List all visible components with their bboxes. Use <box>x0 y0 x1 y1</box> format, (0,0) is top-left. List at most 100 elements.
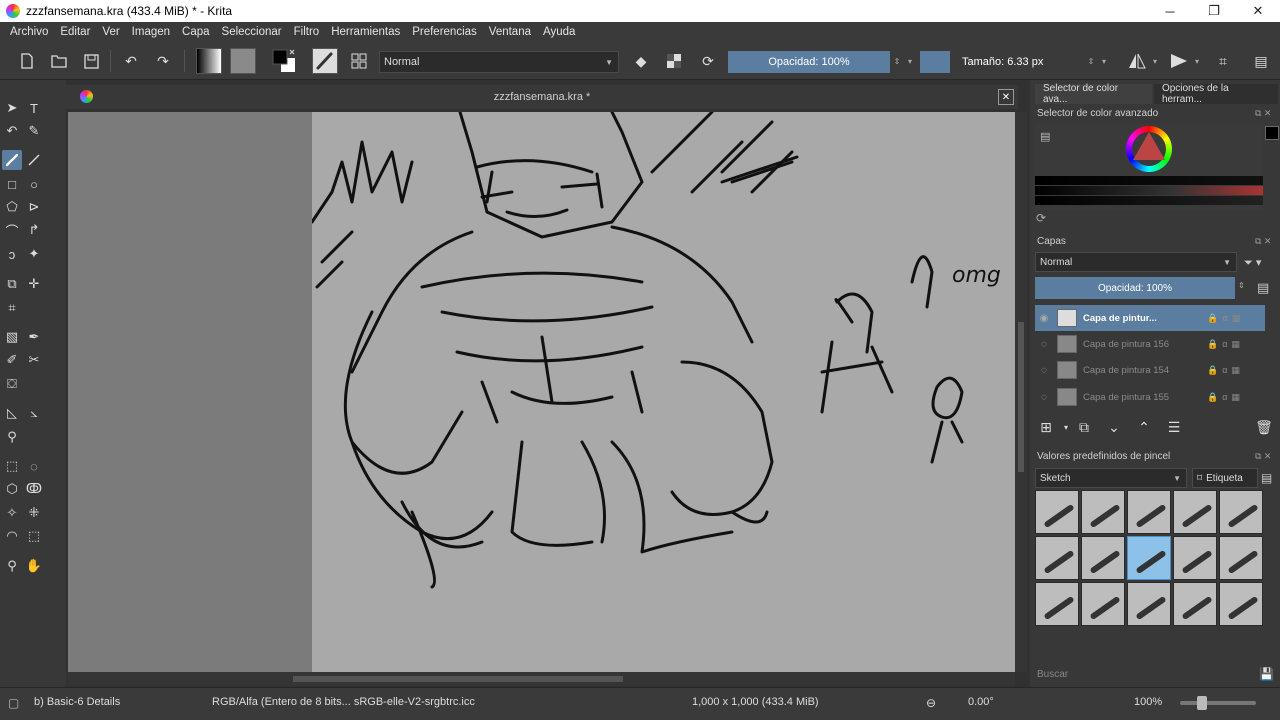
contiguous-select-icon[interactable]: ✧ <box>2 503 22 523</box>
layer-properties-icon[interactable]: ▤ <box>1257 280 1269 296</box>
move-layer-down-icon[interactable]: ⌄ <box>1104 417 1124 437</box>
layer-row[interactable]: ◉ Capa de pintur... 🔒α▦ <box>1035 305 1265 331</box>
brush-preset-item[interactable] <box>1219 582 1263 626</box>
horizontal-scrollbar[interactable] <box>68 672 1015 686</box>
assistant-tool-icon[interactable]: ◺ <box>2 403 22 423</box>
move-tool-icon[interactable]: ✛ <box>24 274 44 294</box>
open-folder-icon[interactable] <box>48 50 70 72</box>
pattern-preset-icon[interactable] <box>230 48 256 74</box>
drawing-canvas[interactable]: omg <box>312 112 1015 672</box>
similar-select-icon[interactable]: ⁜ <box>24 503 44 523</box>
current-color-swatch[interactable] <box>1265 126 1279 140</box>
gradient-tool-icon[interactable]: ▧ <box>2 327 22 347</box>
save-preset-icon[interactable]: 💾 <box>1259 667 1274 681</box>
layers-float-close-icon[interactable]: ⧉ ✕ <box>1255 236 1271 247</box>
bezier-tool-icon[interactable]: ⌒ <box>2 220 22 240</box>
measure-tool-icon[interactable]: ⦣ <box>24 403 44 423</box>
line-tool-icon[interactable] <box>24 150 44 170</box>
close-window-button[interactable]: ✕ <box>1236 0 1280 22</box>
colorize-mask-icon[interactable]: ✐ <box>2 350 22 370</box>
preset-group-select[interactable]: Sketch ▼ <box>1035 468 1187 488</box>
layer-opacity-slider[interactable]: Opacidad: 100% <box>1035 277 1235 299</box>
layer-flags-icon[interactable]: 🔒α▦ <box>1207 313 1265 324</box>
calligraphy-icon[interactable]: ✎ <box>24 121 44 141</box>
mirror-vertical-icon[interactable] <box>1168 50 1190 72</box>
rectangle-tool-icon[interactable]: □ <box>2 174 22 194</box>
shade-bar-1[interactable] <box>1035 176 1263 185</box>
layer-blend-mode-select[interactable]: Normal ▼ <box>1035 252 1237 272</box>
freehand-path-icon[interactable]: ↱ <box>24 220 44 240</box>
tab-color-selector[interactable]: Selector de color ava... <box>1035 83 1152 105</box>
fill-tool-icon[interactable]: ⛋ <box>2 374 22 394</box>
preserve-alpha-icon[interactable] <box>663 50 685 72</box>
menu-archivo[interactable]: Archivo <box>4 26 54 38</box>
document-tab[interactable]: zzzfansemana.kra * ✕ <box>66 85 1018 109</box>
edit-shapes-icon[interactable]: ↶ <box>2 121 22 141</box>
vertical-scroll-thumb[interactable] <box>1018 322 1024 472</box>
mirror-h-menu-icon[interactable]: ▾ <box>1150 50 1160 72</box>
brush-preset-item[interactable] <box>1035 490 1079 534</box>
layer-flags-icon[interactable]: 🔒α▦ <box>1207 392 1265 403</box>
freehand-brush-icon[interactable] <box>2 150 22 170</box>
wrap-around-icon[interactable]: ⌗ <box>1212 50 1234 72</box>
menu-filtro[interactable]: Filtro <box>288 26 326 38</box>
menu-imagen[interactable]: Imagen <box>126 26 176 38</box>
layer-settings-icon[interactable]: ☰ <box>1164 417 1184 437</box>
layer-flags-icon[interactable]: 🔒α▦ <box>1207 365 1265 376</box>
zoom-slider-handle[interactable] <box>1197 696 1207 710</box>
magnetic-select-icon[interactable]: ⬚ <box>24 526 44 546</box>
redo-icon[interactable]: ↷ <box>152 50 174 72</box>
tab-tool-options[interactable]: Opciones de la herram... <box>1153 83 1278 105</box>
color-refresh-icon[interactable]: ⟳ <box>1036 211 1046 225</box>
color-settings-icon[interactable]: ▤ <box>1040 130 1050 143</box>
rect-select-icon[interactable]: ⬚ <box>2 456 22 476</box>
preset-view-icon[interactable]: ▤ <box>1261 471 1272 485</box>
size-slider-fill[interactable] <box>920 51 950 73</box>
blend-mode-select[interactable]: Normal ▼ <box>379 51 619 73</box>
brush-preset-item[interactable] <box>1219 490 1263 534</box>
add-layer-menu-icon[interactable]: ▾ <box>1056 417 1076 437</box>
ellipse-select-icon[interactable]: ◌ <box>24 456 44 476</box>
transform-tool-icon[interactable]: ⧉ <box>2 274 22 294</box>
brush-preset-item[interactable] <box>1081 536 1125 580</box>
menu-seleccionar[interactable]: Seleccionar <box>216 26 288 38</box>
rotation-icon[interactable]: ⊖ <box>926 696 936 710</box>
brush-preset-item[interactable] <box>1219 536 1263 580</box>
presets-float-close-icon[interactable]: ⧉ ✕ <box>1255 451 1271 462</box>
minimize-button[interactable]: ─ <box>1148 0 1192 22</box>
delete-layer-icon[interactable]: 🗑 <box>1254 417 1274 437</box>
brush-preset-item[interactable] <box>1127 490 1171 534</box>
size-slider[interactable]: Tamaño: 6.33 px <box>950 51 1084 73</box>
crop-tool-icon[interactable]: ⌗ <box>2 298 22 318</box>
shade-bar-2[interactable] <box>1035 186 1263 195</box>
layer-opacity-spin-icon[interactable]: ⇕ <box>1238 281 1245 290</box>
horizontal-scroll-thumb[interactable] <box>293 676 623 682</box>
brush-preset-icon[interactable] <box>312 48 338 74</box>
multibrush-icon[interactable]: ✦ <box>24 244 44 264</box>
opacity-menu-icon[interactable]: ▾ <box>904 50 916 72</box>
menu-ayuda[interactable]: Ayuda <box>537 26 581 38</box>
eye-icon[interactable]: ◉ <box>1035 313 1053 324</box>
save-icon[interactable] <box>80 50 102 72</box>
brush-preset-item[interactable] <box>1081 490 1125 534</box>
brush-editor-grid-icon[interactable] <box>348 50 370 72</box>
mirror-v-menu-icon[interactable]: ▾ <box>1192 50 1202 72</box>
eye-off-icon[interactable]: ◌ <box>1035 339 1053 350</box>
undo-icon[interactable]: ↶ <box>120 50 142 72</box>
move-layer-up-icon[interactable]: ⌃ <box>1134 417 1154 437</box>
brush-preset-item[interactable] <box>1035 536 1079 580</box>
add-layer-icon[interactable]: ⊞ <box>1036 417 1056 437</box>
color-picker-icon[interactable]: ✒ <box>24 327 44 347</box>
preset-search-input[interactable]: Buscar <box>1035 665 1257 683</box>
ellipse-tool-icon[interactable]: ○ <box>24 174 44 194</box>
duplicate-layer-icon[interactable]: ⧉ <box>1074 417 1094 437</box>
size-menu-icon[interactable]: ▾ <box>1098 50 1110 72</box>
color-triangle[interactable] <box>1133 132 1165 160</box>
brush-preset-item[interactable] <box>1173 582 1217 626</box>
pan-tool-icon[interactable]: ✋ <box>24 556 44 576</box>
fg-bg-color-icon[interactable] <box>270 47 298 75</box>
layer-flags-icon[interactable]: 🔒α▦ <box>1207 339 1265 350</box>
brush-preset-item[interactable] <box>1081 582 1125 626</box>
mirror-horizontal-icon[interactable] <box>1126 50 1148 72</box>
polygon-select-icon[interactable]: ⬡ <box>2 479 22 499</box>
